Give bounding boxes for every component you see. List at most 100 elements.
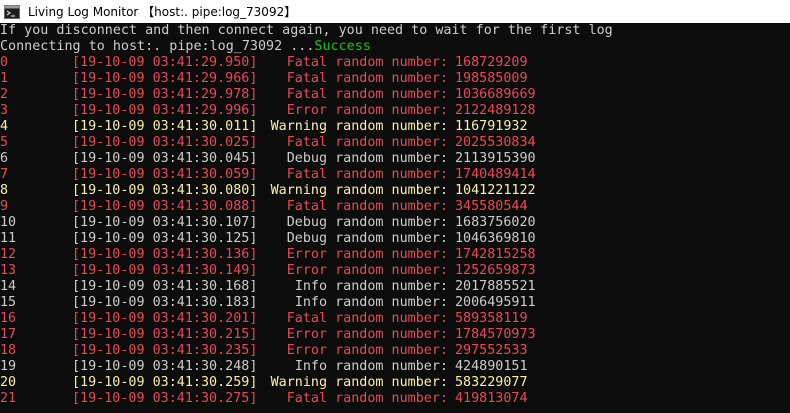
log-message: Error random number: bbox=[286, 263, 448, 278]
log-message: Debug random number: bbox=[286, 231, 448, 246]
log-number: 424890151 bbox=[455, 359, 528, 374]
log-number: 116791932 bbox=[455, 119, 528, 134]
reconnect-notice: If you disconnect and then connect again… bbox=[0, 23, 613, 38]
log-timestamp: [19-10-09 03:41:30.088] bbox=[72, 199, 258, 214]
log-index: 9 bbox=[0, 199, 9, 214]
log-timestamp: [19-10-09 03:41:29.978] bbox=[72, 87, 258, 102]
log-number: 1046369810 bbox=[455, 231, 536, 246]
log-message: Error random number: bbox=[286, 247, 448, 262]
log-entry: 10 [19-10-09 03:41:30.107] Debug random nu… bbox=[0, 215, 790, 231]
connection-status: Connecting to host:. pipe:log_73092 ...S… bbox=[0, 39, 790, 55]
log-timestamp: [19-10-09 03:41:30.215] bbox=[72, 327, 258, 342]
log-number: 1252659873 bbox=[455, 263, 536, 278]
connecting-text: Connecting to host:. pipe:log_73092 ... bbox=[0, 39, 315, 54]
log-entry: 2 [19-10-09 03:41:29.978] Fatal random num… bbox=[0, 87, 790, 103]
log-number: 1683756020 bbox=[455, 215, 536, 230]
log-entry: 14 [19-10-09 03:41:30.168] Info random num… bbox=[0, 279, 790, 295]
log-message: Debug random number: bbox=[286, 151, 448, 166]
log-timestamp: [19-10-09 03:41:30.168] bbox=[72, 279, 258, 294]
log-index: 15 bbox=[0, 295, 17, 310]
log-index: 13 bbox=[0, 263, 17, 278]
log-timestamp: [19-10-09 03:41:30.011] bbox=[72, 119, 258, 134]
console-output[interactable]: If you disconnect and then connect again… bbox=[0, 23, 790, 413]
log-index: 4 bbox=[0, 119, 9, 134]
log-message: Warning random number: bbox=[270, 375, 448, 390]
log-message: Fatal random number: bbox=[286, 71, 448, 86]
log-timestamp: [19-10-09 03:41:30.183] bbox=[72, 295, 258, 310]
log-message: Fatal random number: bbox=[286, 391, 448, 406]
log-timestamp: [19-10-09 03:41:29.950] bbox=[72, 55, 258, 70]
log-message: Info random number: bbox=[294, 295, 448, 310]
log-number: 168729209 bbox=[455, 55, 528, 70]
log-entry: 7 [19-10-09 03:41:30.059] Fatal random num… bbox=[0, 167, 790, 183]
log-timestamp: [19-10-09 03:41:30.107] bbox=[72, 215, 258, 230]
log-timestamp: [19-10-09 03:41:30.235] bbox=[72, 343, 258, 358]
log-number: 1742815258 bbox=[455, 247, 536, 262]
log-entry: 18 [19-10-09 03:41:30.235] Error random nu… bbox=[0, 343, 790, 359]
log-index: 6 bbox=[0, 151, 9, 166]
log-timestamp: [19-10-09 03:41:30.136] bbox=[72, 247, 258, 262]
log-message: Fatal random number: bbox=[286, 167, 448, 182]
log-message: Error random number: bbox=[286, 327, 448, 342]
log-number: 583229077 bbox=[455, 375, 528, 390]
log-timestamp: [19-10-09 03:41:30.248] bbox=[72, 359, 258, 374]
log-timestamp: [19-10-09 03:41:30.025] bbox=[72, 135, 258, 150]
log-message: Fatal random number: bbox=[286, 199, 448, 214]
log-index: 17 bbox=[0, 327, 17, 342]
success-text: Success bbox=[314, 39, 371, 54]
log-entry: 8 [19-10-09 03:41:30.080] Warning random n… bbox=[0, 183, 790, 199]
log-timestamp: [19-10-09 03:41:30.080] bbox=[72, 183, 258, 198]
log-index: 18 bbox=[0, 343, 17, 358]
log-number: 1740489414 bbox=[455, 167, 536, 182]
log-number: 2006495911 bbox=[455, 295, 536, 310]
log-timestamp: [19-10-09 03:41:30.259] bbox=[72, 375, 258, 390]
log-entry: 5 [19-10-09 03:41:30.025] Fatal random num… bbox=[0, 135, 790, 151]
log-index: 3 bbox=[0, 103, 9, 118]
log-index: 8 bbox=[0, 183, 9, 198]
log-entry: 13 [19-10-09 03:41:30.149] Error random nu… bbox=[0, 263, 790, 279]
log-entry: 21 [19-10-09 03:41:30.275] Fatal random nu… bbox=[0, 391, 790, 407]
log-number: 2017885521 bbox=[455, 279, 536, 294]
log-timestamp: [19-10-09 03:41:30.149] bbox=[72, 263, 258, 278]
log-timestamp: [19-10-09 03:41:30.275] bbox=[72, 391, 258, 406]
log-message: Debug random number: bbox=[286, 215, 448, 230]
log-timestamp: [19-10-09 03:41:29.966] bbox=[72, 71, 258, 86]
log-message: Fatal random number: bbox=[286, 55, 448, 70]
log-timestamp: [19-10-09 03:41:30.045] bbox=[72, 151, 258, 166]
log-entry: 16 [19-10-09 03:41:30.201] Fatal random nu… bbox=[0, 311, 790, 327]
log-list: 0 [19-10-09 03:41:29.950] Fatal random num… bbox=[0, 55, 790, 407]
log-number: 2122489128 bbox=[455, 103, 536, 118]
log-entry: 11 [19-10-09 03:41:30.125] Debug random nu… bbox=[0, 231, 790, 247]
log-index: 0 bbox=[0, 55, 9, 70]
log-number: 589358119 bbox=[455, 311, 528, 326]
log-index: 20 bbox=[0, 375, 17, 390]
log-index: 1 bbox=[0, 71, 9, 86]
log-number: 2025530834 bbox=[455, 135, 536, 150]
log-message: Warning random number: bbox=[270, 119, 448, 134]
log-message: Warning random number: bbox=[270, 183, 448, 198]
log-entry: 1 [19-10-09 03:41:29.966] Fatal random num… bbox=[0, 71, 790, 87]
log-number: 1784570973 bbox=[455, 327, 536, 342]
log-entry: 15 [19-10-09 03:41:30.183] Info random num… bbox=[0, 295, 790, 311]
log-index: 21 bbox=[0, 391, 17, 406]
log-entry: 4 [19-10-09 03:41:30.011] Warning random n… bbox=[0, 119, 790, 135]
log-message: Fatal random number: bbox=[286, 135, 448, 150]
log-entry: 3 [19-10-09 03:41:29.996] Error random num… bbox=[0, 103, 790, 119]
log-message: Error random number: bbox=[286, 343, 448, 358]
log-index: 16 bbox=[0, 311, 17, 326]
title-bar[interactable]: Living Log Monitor 【host:. pipe:log_7309… bbox=[0, 0, 790, 23]
log-index: 2 bbox=[0, 87, 9, 102]
log-entry: 20 [19-10-09 03:41:30.259] Warning random … bbox=[0, 375, 790, 391]
log-timestamp: [19-10-09 03:41:30.125] bbox=[72, 231, 258, 246]
console-app-icon bbox=[4, 4, 20, 19]
log-entry: 0 [19-10-09 03:41:29.950] Fatal random num… bbox=[0, 55, 790, 71]
log-entry: 12 [19-10-09 03:41:30.136] Error random nu… bbox=[0, 247, 790, 263]
log-index: 12 bbox=[0, 247, 17, 262]
log-message: Info random number: bbox=[294, 359, 448, 374]
log-number: 419813074 bbox=[455, 391, 528, 406]
log-message: Fatal random number: bbox=[286, 311, 448, 326]
log-entry: 9 [19-10-09 03:41:30.088] Fatal random num… bbox=[0, 199, 790, 215]
log-number: 345580544 bbox=[455, 199, 528, 214]
log-entry: 6 [19-10-09 03:41:30.045] Debug random num… bbox=[0, 151, 790, 167]
log-timestamp: [19-10-09 03:41:30.201] bbox=[72, 311, 258, 326]
